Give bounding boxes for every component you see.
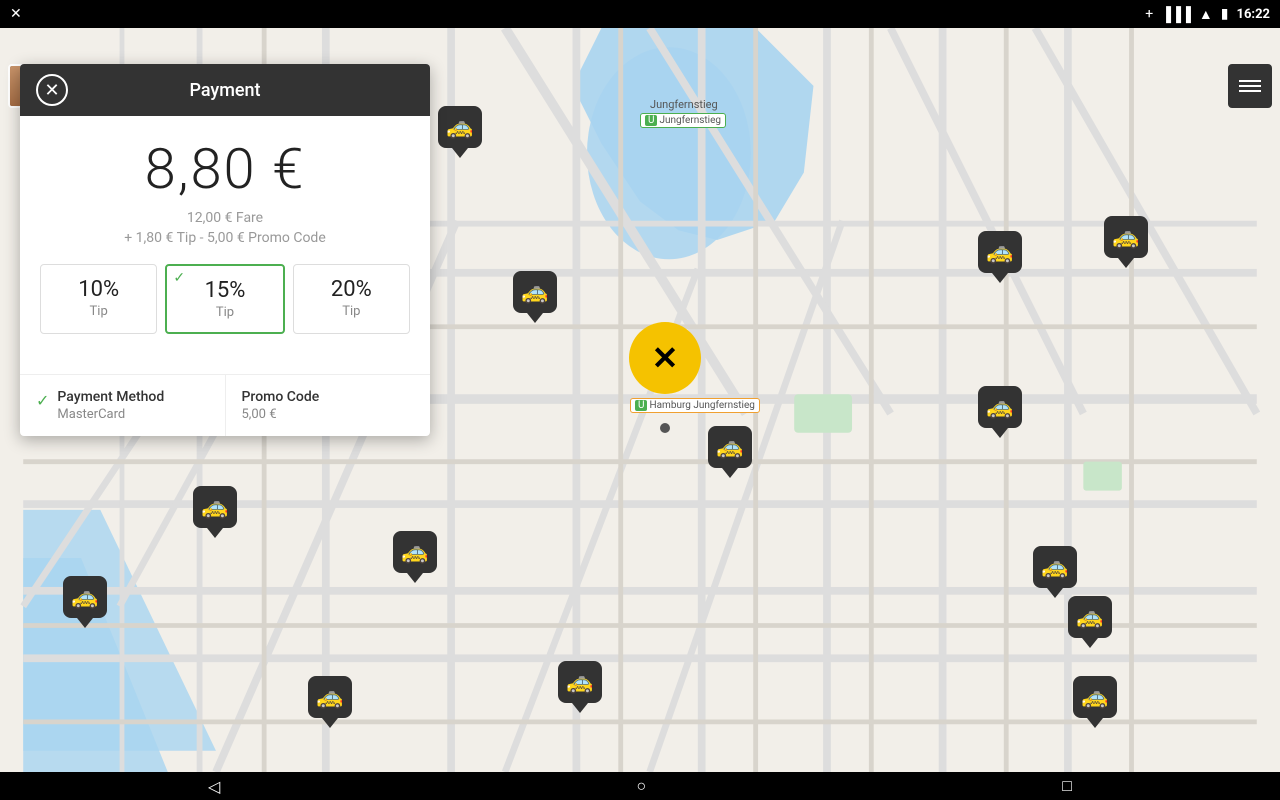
promo-code-item[interactable]: Promo Code 5,00 € <box>226 375 431 436</box>
hamburger-line <box>1239 90 1261 92</box>
hamburger-line <box>1239 80 1261 82</box>
payment-method-value: MasterCard <box>57 407 164 422</box>
taxi-marker[interactable]: 🚕 <box>1073 676 1117 728</box>
tip-check-icon: ✓ <box>173 270 185 286</box>
tip-15-button[interactable]: ✓ 15% Tip <box>165 264 284 334</box>
close-button[interactable]: ✕ <box>36 74 68 106</box>
payment-check-icon: ✓ <box>36 391 49 410</box>
wifi-icon: ▲ <box>1199 6 1213 23</box>
taxi-marker[interactable]: 🚕 <box>438 106 482 158</box>
taxi-marker[interactable]: 🚕 <box>1033 546 1077 598</box>
menu-button[interactable] <box>1228 64 1272 108</box>
map-label-hbf: U Hamburg Jungfernstieg <box>630 398 760 413</box>
tip-row: ✓ 10% Tip ✓ 15% Tip ✓ 20% Tip <box>40 264 410 334</box>
taxi-marker[interactable]: 🚕 <box>558 661 602 713</box>
payment-method-content: Payment Method MasterCard <box>57 389 164 422</box>
battery-icon: ▮ <box>1221 6 1229 22</box>
payment-panel: ✕ Payment 8,80 € 12,00 € Fare + 1,80 € T… <box>20 64 430 436</box>
tip-20-button[interactable]: ✓ 20% Tip <box>293 264 410 334</box>
mydriver-logo: ✕ <box>652 339 679 377</box>
taxi-marker[interactable]: 🚕 <box>978 386 1022 438</box>
map-label-jungfernstieg: Jungfernstieg <box>650 98 718 111</box>
tip-10-label: Tip <box>49 304 148 319</box>
taxi-marker[interactable]: 🚕 <box>708 426 752 478</box>
taxi-marker[interactable]: 🚕 <box>193 486 237 538</box>
tip-10-percent: 10% <box>49 277 148 302</box>
fare-detail: 12,00 € Fare <box>40 210 410 226</box>
home-button[interactable]: ○ <box>616 772 666 800</box>
recent-button[interactable]: □ <box>1042 772 1092 800</box>
taxi-marker[interactable]: 🚕 <box>308 676 352 728</box>
tip-20-percent: 20% <box>302 277 401 302</box>
promo-code-content: Promo Code 5,00 € <box>242 389 320 422</box>
taxi-marker[interactable]: 🚕 <box>1068 596 1112 648</box>
fare-breakdown: + 1,80 € Tip - 5,00 € Promo Code <box>40 230 410 246</box>
taxi-marker[interactable]: 🚕 <box>978 231 1022 283</box>
close-icon: ✕ <box>44 80 59 101</box>
taxi-marker[interactable]: 🚕 <box>63 576 107 628</box>
payment-header: ✕ Payment <box>20 64 430 116</box>
status-bar: ✕ + ▐▐▐ ▲ ▮ 16:22 <box>0 0 1280 28</box>
status-bar-left: ✕ <box>10 6 22 22</box>
status-time: 16:22 <box>1237 7 1271 22</box>
taxi-marker[interactable]: 🚕 <box>1104 216 1148 268</box>
payment-method-item[interactable]: ✓ Payment Method MasterCard <box>20 375 226 436</box>
taxi-marker[interactable]: 🚕 <box>513 271 557 323</box>
close-icon[interactable]: ✕ <box>10 6 22 22</box>
promo-code-label: Promo Code <box>242 389 320 405</box>
taxi-marker[interactable]: 🚕 <box>393 531 437 583</box>
current-location-dot <box>660 423 670 433</box>
tip-15-label: Tip <box>175 305 274 320</box>
back-button[interactable]: ◁ <box>188 773 240 800</box>
hamburger-line <box>1239 85 1261 87</box>
payment-method-label: Payment Method <box>57 389 164 405</box>
payment-title: Payment <box>189 80 260 101</box>
signal-icon: ▐▐▐ <box>1161 6 1191 23</box>
status-bar-right: + ▐▐▐ ▲ ▮ 16:22 <box>1145 6 1270 23</box>
promo-code-value: 5,00 € <box>242 407 320 422</box>
bluetooth-icon: + <box>1145 6 1153 22</box>
mydriver-marker[interactable]: ✕ <box>629 322 701 394</box>
tip-20-label: Tip <box>302 304 401 319</box>
map-container[interactable]: Jungfernstieg U Jungfernstieg U Hamburg … <box>0 28 1280 772</box>
tip-15-percent: 15% <box>175 278 274 303</box>
payment-body: 8,80 € 12,00 € Fare + 1,80 € Tip - 5,00 … <box>20 116 430 374</box>
price-display: 8,80 € <box>40 136 410 202</box>
nav-bar: ◁ ○ □ <box>0 772 1280 800</box>
tip-10-button[interactable]: ✓ 10% Tip <box>40 264 157 334</box>
payment-footer: ✓ Payment Method MasterCard Promo Code 5… <box>20 374 430 436</box>
